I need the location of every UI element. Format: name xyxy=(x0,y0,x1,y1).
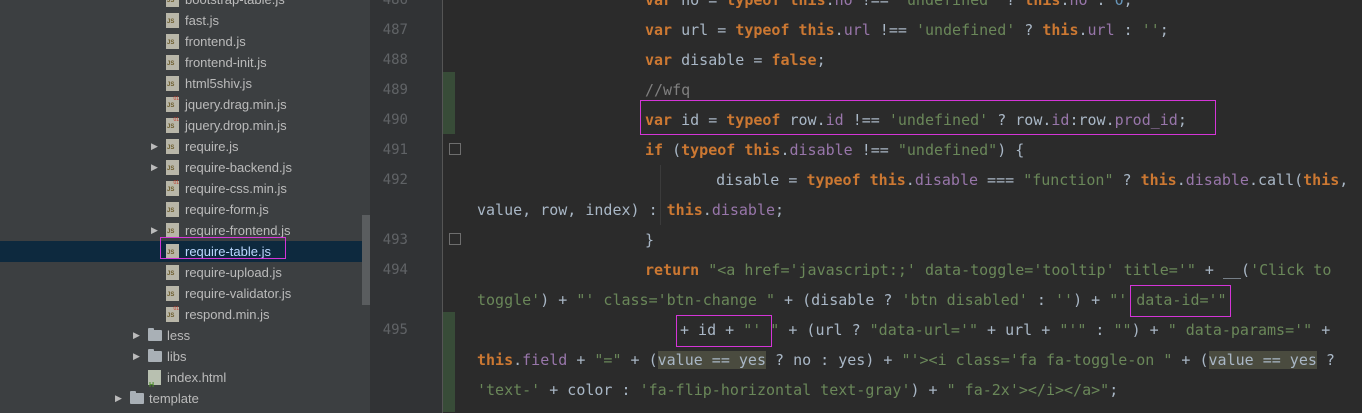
folder-icon xyxy=(130,391,144,404)
tree-item-label: html5shiv.js xyxy=(185,76,252,91)
line-number: 495 xyxy=(382,322,408,338)
folder-icon xyxy=(148,328,162,341)
vcs-change-marker xyxy=(443,312,455,412)
tree-item-label: require.js xyxy=(185,139,239,154)
js-min-file-icon xyxy=(166,117,179,133)
line-number: 488 xyxy=(382,52,408,68)
code-line: + id + "' " + (url ? "data-url='" + url … xyxy=(680,321,1331,339)
tree-file[interactable]: require-css.min.js xyxy=(0,178,362,199)
line-number: 486 xyxy=(382,0,408,8)
tree-item-label: jquery.drop.min.js xyxy=(185,118,287,133)
tree-file[interactable]: require-form.js xyxy=(0,199,362,220)
js-file-icon xyxy=(166,139,179,154)
tree-item-label: index.html xyxy=(167,370,227,385)
code-editor[interactable]: var no = typeof this.no !== 'undefined' … xyxy=(445,0,1362,413)
line-number: 491 xyxy=(382,142,408,158)
tree-item-label: template xyxy=(149,391,199,406)
tree-item-label: require-upload.js xyxy=(185,265,282,280)
code-fold-icon[interactable] xyxy=(449,143,461,155)
expand-arrow-icon[interactable]: ▶ xyxy=(151,220,158,241)
js-file-icon xyxy=(166,286,179,301)
tree-item-label: fast.js xyxy=(185,13,219,28)
html-file-icon xyxy=(148,370,161,396)
tree-item-label: less xyxy=(167,328,191,343)
tree-file[interactable]: ▶ require-backend.js xyxy=(0,157,362,178)
tree-item-label: respond.min.js xyxy=(185,307,270,322)
folder-icon xyxy=(148,349,162,362)
js-file-icon xyxy=(166,76,179,91)
tree-scrollbar[interactable] xyxy=(362,215,370,305)
line-number: 487 xyxy=(382,22,408,38)
tree-file[interactable]: jquery.drag.min.js xyxy=(0,94,362,115)
tree-item-label: frontend-init.js xyxy=(185,55,267,70)
tree-item-label: require-form.js xyxy=(185,202,269,217)
js-file-icon xyxy=(166,160,179,175)
project-tree[interactable]: bootstrap-table.js fast.js frontend.js fron… xyxy=(0,0,370,413)
js-min-file-icon xyxy=(166,180,179,196)
js-file-icon xyxy=(166,0,179,7)
js-min-file-icon xyxy=(166,306,179,322)
code-line: var url = typeof this.url !== 'undefined… xyxy=(645,21,1169,39)
js-file-icon xyxy=(166,223,179,238)
code-line: 'text-' + color : 'fa-flip-horizontal te… xyxy=(477,381,1119,399)
tree-file[interactable]: jquery.drop.min.js xyxy=(0,115,362,136)
tree-item-label: frontend.js xyxy=(185,34,246,49)
tree-file[interactable]: respond.min.js xyxy=(0,304,362,325)
code-line: if (typeof this.disable !== "undefined")… xyxy=(645,141,1025,159)
line-number-gutter: 486 487 488 489 490 491 492 493 494 495 xyxy=(370,0,442,413)
tree-folder[interactable]: ▶ libs xyxy=(0,346,362,367)
code-fold-icon[interactable] xyxy=(449,233,461,245)
js-file-icon xyxy=(166,55,179,70)
tree-file[interactable]: bootstrap-table.js xyxy=(0,0,362,10)
annotation-highlight-box xyxy=(1130,285,1231,317)
js-file-icon xyxy=(166,34,179,49)
code-line: disable = typeof this.disable === "funct… xyxy=(680,171,1349,189)
tree-file[interactable]: require-upload.js xyxy=(0,262,362,283)
expand-arrow-icon[interactable]: ▶ xyxy=(115,388,122,409)
js-file-icon xyxy=(166,13,179,28)
expand-arrow-icon[interactable]: ▶ xyxy=(151,136,158,157)
line-number: 494 xyxy=(382,262,408,278)
tree-folder[interactable]: ▶ less xyxy=(0,325,362,346)
indent-guide xyxy=(660,165,661,225)
tree-file[interactable]: ▶ require.js xyxy=(0,136,362,157)
tree-item-label: require-backend.js xyxy=(185,160,292,175)
tree-file[interactable]: index.html xyxy=(0,367,362,396)
tree-item-label: require-css.min.js xyxy=(185,181,287,196)
tree-file[interactable]: frontend.js xyxy=(0,31,362,52)
code-line: var disable = false; xyxy=(645,51,826,69)
annotation-highlight-box xyxy=(676,315,772,347)
code-line: value, row, index) : this.disable; xyxy=(477,201,785,219)
tree-file[interactable]: html5shiv.js xyxy=(0,73,362,94)
tree-item-label: libs xyxy=(167,349,187,364)
code-line: this.field + "=" + (value == yes ? no : … xyxy=(477,351,1335,369)
expand-arrow-icon[interactable]: ▶ xyxy=(133,325,140,346)
vcs-change-marker xyxy=(443,72,455,134)
tree-folder[interactable]: ▶ template xyxy=(0,388,362,409)
tree-item-label: bootstrap-table.js xyxy=(185,0,285,10)
expand-arrow-icon[interactable]: ▶ xyxy=(151,157,158,178)
code-line: toggle') + "' class='btn-change " + (dis… xyxy=(477,291,1227,309)
annotation-highlight-box xyxy=(640,100,1216,135)
tree-file[interactable]: frontend-init.js xyxy=(0,52,362,73)
tree-item-label: jquery.drag.min.js xyxy=(185,97,287,112)
js-file-icon xyxy=(166,265,179,280)
code-line: var no = typeof this.no !== 'undefined' … xyxy=(645,0,1133,9)
line-number: 489 xyxy=(382,82,408,98)
js-file-icon xyxy=(166,202,179,217)
line-number: 492 xyxy=(382,172,408,188)
tree-file[interactable]: require-validator.js xyxy=(0,283,362,304)
tree-item-label: require-validator.js xyxy=(185,286,292,301)
code-line: } xyxy=(645,231,655,249)
code-line: return "<a href='javascript:;' data-togg… xyxy=(645,261,1332,279)
selection-highlight-box xyxy=(160,237,286,259)
js-min-file-icon xyxy=(166,96,179,112)
line-number: 490 xyxy=(382,112,408,128)
line-number: 493 xyxy=(382,232,408,248)
tree-file[interactable]: fast.js xyxy=(0,10,362,31)
expand-arrow-icon[interactable]: ▶ xyxy=(133,346,140,367)
